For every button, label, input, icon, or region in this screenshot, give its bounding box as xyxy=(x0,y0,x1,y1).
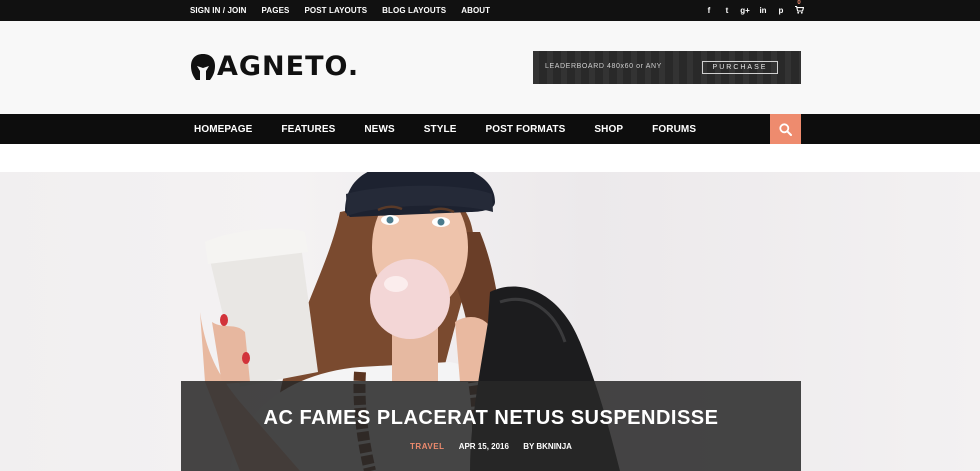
purchase-button[interactable]: PURCHASE xyxy=(702,61,778,74)
pinterest-icon[interactable]: p xyxy=(772,6,790,15)
helmet-logo-icon xyxy=(191,54,215,80)
top-nav: SIGN IN / JOIN PAGES POST LAYOUTS BLOG L… xyxy=(190,0,505,21)
top-link-sign-in[interactable]: SIGN IN / JOIN xyxy=(190,6,247,15)
cart-count: 0 xyxy=(797,0,801,6)
site-header: AGNETO. LEADERBOARD 480x60 or ANY PURCHA… xyxy=(0,21,980,114)
main-nav-items: HOMEPAGE FEATURES NEWS STYLE POST FORMAT… xyxy=(194,114,725,144)
site-logo[interactable]: AGNETO. xyxy=(190,52,359,82)
nav-item-features[interactable]: FEATURES xyxy=(281,124,335,135)
post-date: APR 15, 2016 xyxy=(458,442,509,451)
banner-text: LEADERBOARD 480x60 or ANY xyxy=(545,63,662,70)
top-link-blog-layouts[interactable]: BLOG LAYOUTS xyxy=(382,6,446,15)
social-links: f t g+ in p 0 xyxy=(700,0,808,21)
post-category[interactable]: TRAVEL xyxy=(410,442,444,451)
main-nav: HOMEPAGE FEATURES NEWS STYLE POST FORMAT… xyxy=(0,114,980,144)
cart-glyph xyxy=(794,5,804,14)
nav-item-forums[interactable]: FORUMS xyxy=(652,124,696,135)
nav-item-homepage[interactable]: HOMEPAGE xyxy=(194,124,252,135)
post-meta: TRAVEL APR 15, 2016 BY BKNINJA xyxy=(181,442,801,451)
top-link-post-layouts[interactable]: POST LAYOUTS xyxy=(304,6,367,15)
search-icon xyxy=(779,122,792,136)
twitter-icon[interactable]: t xyxy=(718,6,736,15)
logo-text: AGNETO. xyxy=(217,51,360,82)
top-link-about[interactable]: ABOUT xyxy=(461,6,490,15)
hero-caption: AC FAMES PLACERAT NETUS SUSPENDISSE TRAV… xyxy=(181,381,801,471)
linkedin-icon[interactable]: in xyxy=(754,6,772,15)
search-button[interactable] xyxy=(770,114,801,144)
nav-item-shop[interactable]: SHOP xyxy=(594,124,623,135)
nav-item-post-formats[interactable]: POST FORMATS xyxy=(486,124,566,135)
leaderboard-banner[interactable]: LEADERBOARD 480x60 or ANY PURCHASE xyxy=(533,51,801,84)
top-bar: SIGN IN / JOIN PAGES POST LAYOUTS BLOG L… xyxy=(0,0,980,21)
post-title[interactable]: AC FAMES PLACERAT NETUS SUSPENDISSE xyxy=(181,407,801,430)
cart-icon[interactable]: 0 xyxy=(790,0,808,16)
nav-item-style[interactable]: STYLE xyxy=(424,124,457,135)
post-author[interactable]: BY BKNINJA xyxy=(523,442,572,451)
google-plus-icon[interactable]: g+ xyxy=(736,6,754,15)
top-link-pages[interactable]: PAGES xyxy=(262,6,290,15)
facebook-icon[interactable]: f xyxy=(700,6,718,15)
nav-item-news[interactable]: NEWS xyxy=(364,124,394,135)
